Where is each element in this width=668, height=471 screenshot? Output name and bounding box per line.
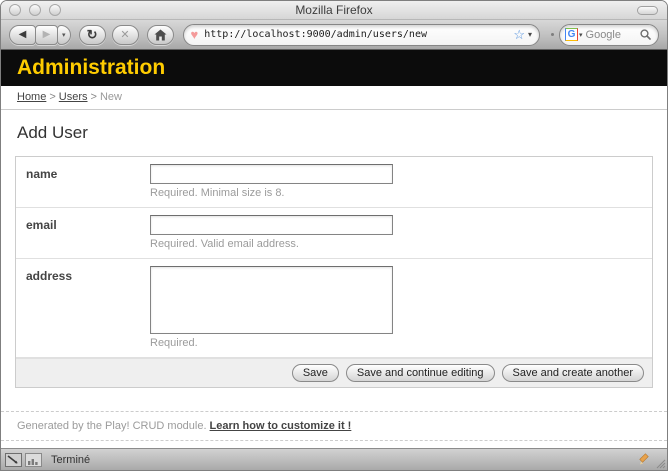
status-text: Terminé — [51, 454, 90, 466]
resize-grip[interactable] — [652, 455, 666, 469]
back-icon: ◀ — [19, 29, 27, 40]
save-button[interactable]: Save — [292, 364, 339, 382]
address-field[interactable] — [150, 266, 393, 334]
breadcrumb-separator: > — [49, 91, 55, 103]
form-row-name: name Required. Minimal size is 8. — [16, 157, 652, 208]
url-input[interactable] — [204, 29, 509, 40]
search-box[interactable]: G ▾ — [559, 24, 659, 46]
location-dropdown-icon[interactable]: ▾ — [528, 30, 532, 39]
browser-window: Mozilla Firefox ◀ ▶ ▾ ↻ ✕ ♥ ☆ ▾ — [0, 0, 668, 471]
location-bar[interactable]: ♥ ☆ ▾ — [183, 24, 540, 46]
page-content: Administration Home>Users>New Add User n… — [1, 50, 667, 448]
address-field-label: address — [26, 266, 150, 351]
title-bar: Mozilla Firefox — [1, 1, 667, 20]
navigation-toolbar: ◀ ▶ ▾ ↻ ✕ ♥ ☆ ▾ G ▾ — [1, 20, 667, 50]
address-field-help: Required. — [150, 337, 393, 351]
name-field[interactable] — [150, 164, 393, 184]
back-forward-group: ◀ ▶ ▾ — [9, 25, 71, 45]
bookmark-star-icon[interactable]: ☆ — [513, 28, 525, 41]
email-field-help: Required. Valid email address. — [150, 238, 393, 252]
page-title: Add User — [17, 123, 667, 143]
home-button[interactable] — [147, 25, 174, 45]
forward-icon: ▶ — [43, 29, 51, 40]
stats-chart-icon[interactable] — [25, 453, 42, 467]
scroll-pen-icon[interactable] — [5, 453, 22, 467]
save-and-create-another-button[interactable]: Save and create another — [502, 364, 644, 382]
admin-header: Administration — [1, 50, 667, 86]
breadcrumb-separator: > — [91, 91, 97, 103]
search-input[interactable] — [586, 29, 640, 41]
toolbar-toggle-button[interactable] — [637, 6, 658, 15]
history-dropdown-button[interactable]: ▾ — [57, 25, 71, 45]
reload-icon: ↻ — [87, 27, 98, 43]
google-engine-icon[interactable]: G — [565, 28, 578, 41]
breadcrumb-link-home[interactable]: Home — [17, 91, 46, 103]
email-field-label: email — [26, 215, 150, 252]
chevron-down-icon: ▾ — [62, 31, 66, 39]
footer-customize-link[interactable]: Learn how to customize it ! — [210, 420, 352, 432]
email-field[interactable] — [150, 215, 393, 235]
name-field-label: name — [26, 164, 150, 201]
edit-pencil-icon[interactable] — [638, 453, 651, 466]
admin-header-title: Administration — [1, 56, 165, 80]
crud-footer: Generated by the Play! CRUD module.Learn… — [1, 411, 667, 441]
form-actions-bar: Save Save and continue editing Save and … — [16, 358, 652, 387]
search-icon[interactable] — [640, 29, 651, 40]
site-favicon-heart-icon: ♥ — [191, 28, 199, 41]
stop-icon: ✕ — [120, 28, 129, 41]
add-user-form: name Required. Minimal size is 8. email … — [15, 156, 653, 388]
form-row-email: email Required. Valid email address. — [16, 208, 652, 259]
form-row-address: address Required. — [16, 259, 652, 358]
home-icon — [154, 29, 167, 41]
stop-button[interactable]: ✕ — [112, 25, 139, 45]
breadcrumb-link-users[interactable]: Users — [59, 91, 88, 103]
reload-button[interactable]: ↻ — [79, 25, 106, 45]
footer-text: Generated by the Play! CRUD module. — [17, 420, 207, 432]
breadcrumb-current: New — [100, 91, 122, 103]
toolbar-splitter[interactable] — [551, 33, 554, 36]
breadcrumb: Home>Users>New — [1, 86, 667, 110]
status-bar: Terminé — [1, 448, 667, 470]
save-and-continue-button[interactable]: Save and continue editing — [346, 364, 495, 382]
back-button[interactable]: ◀ — [9, 25, 36, 45]
window-title: Mozilla Firefox — [1, 1, 667, 19]
name-field-help: Required. Minimal size is 8. — [150, 187, 393, 201]
forward-button[interactable]: ▶ — [35, 25, 58, 45]
search-engine-dropdown-icon[interactable]: ▾ — [579, 31, 583, 39]
